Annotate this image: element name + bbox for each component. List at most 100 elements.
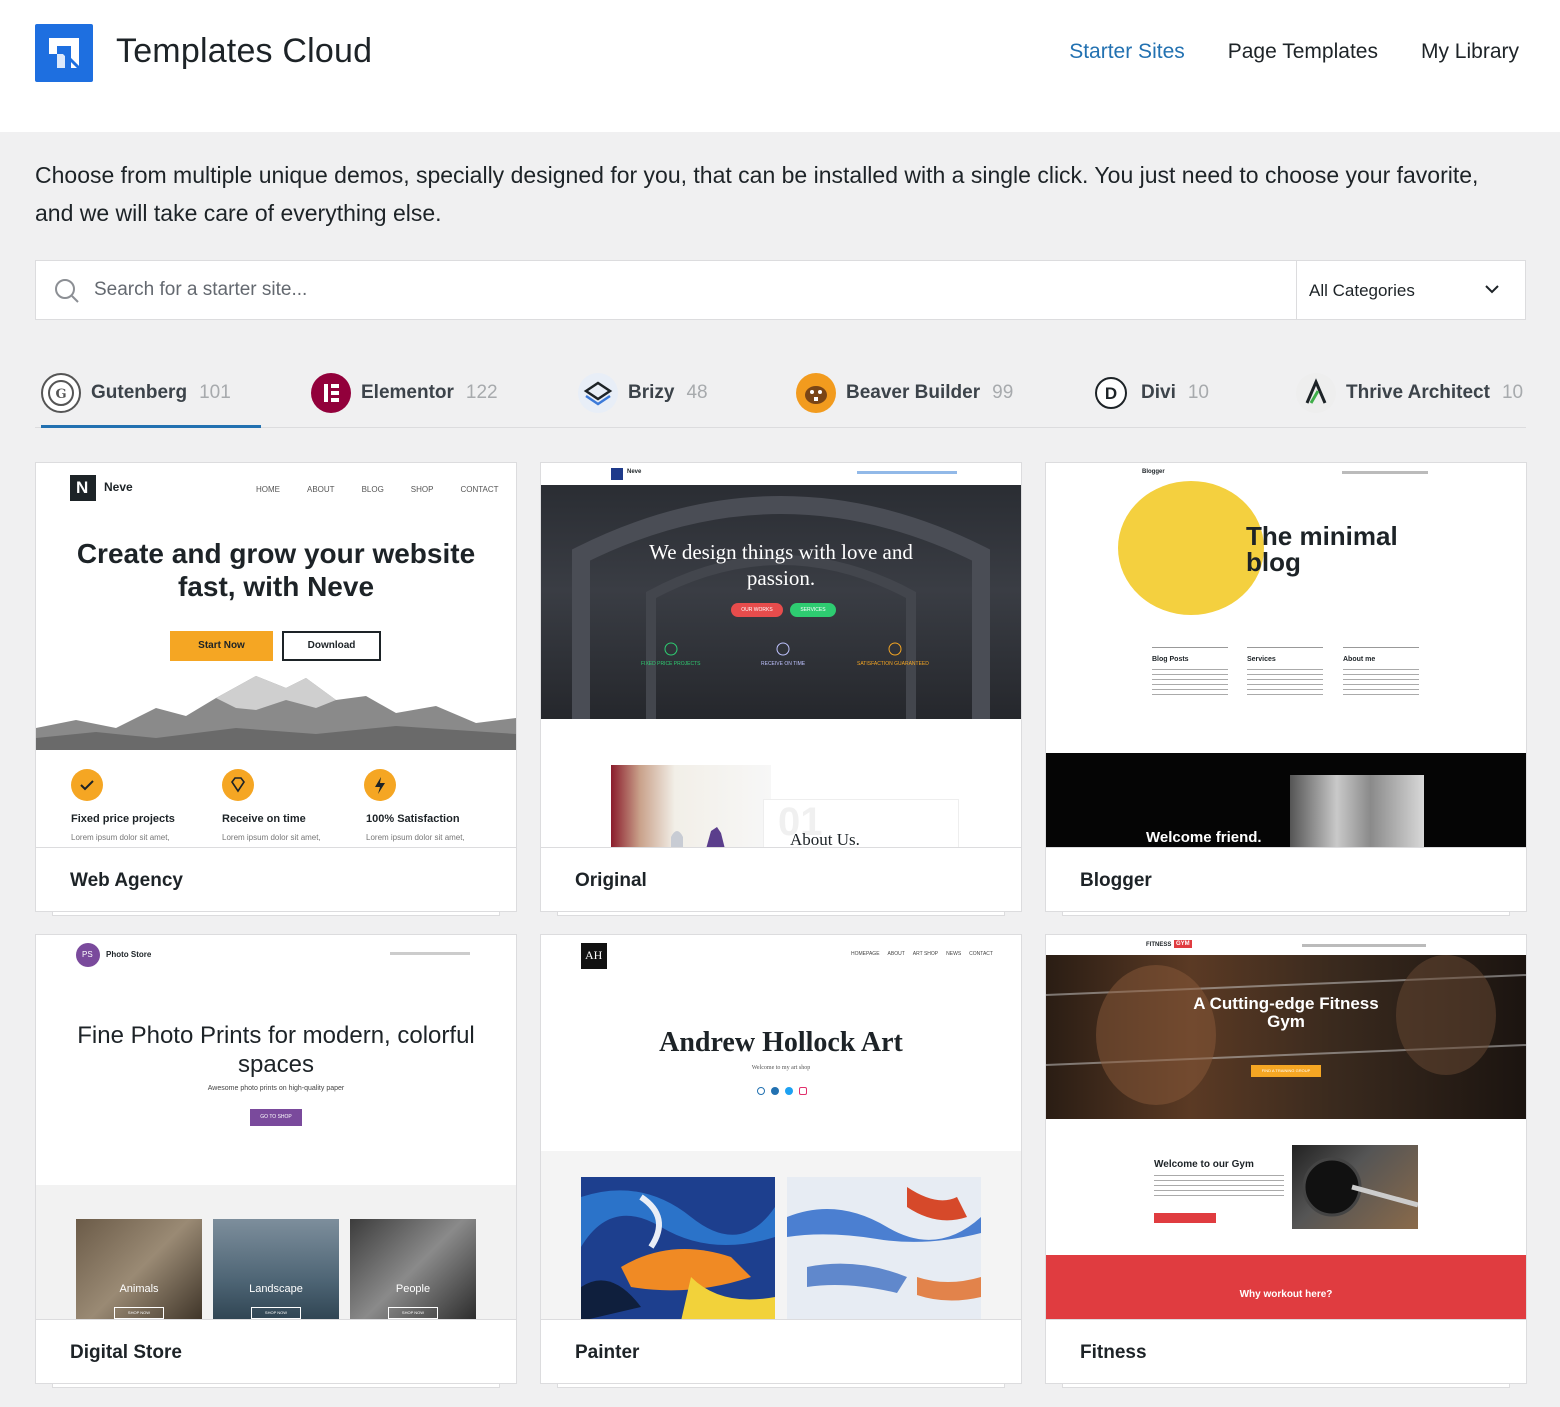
dollar-icon xyxy=(664,642,678,656)
templates-cloud-logo-icon xyxy=(35,24,93,82)
preview-column-title: Blog Posts xyxy=(1152,656,1189,663)
card-stack-edge xyxy=(1062,1384,1510,1388)
search-bar: All Categories xyxy=(35,260,1526,320)
preview-brand: Neve xyxy=(104,480,133,494)
preview-menu-item: HOME xyxy=(256,485,280,494)
starter-site-card-blogger[interactable]: Blogger The minimal blog Blog Posts Serv… xyxy=(1045,462,1527,916)
twitter-icon xyxy=(785,1087,793,1095)
painting-abstract-white xyxy=(787,1177,981,1319)
preview-download-button: Download xyxy=(282,631,381,661)
preview-feature-text: Lorem ipsum dolor sit amet, xyxy=(71,833,170,842)
card-preview: N Neve HOME ABOUT BLOG SHOP CONTACT Crea… xyxy=(36,463,516,847)
preview-menu-item: ABOUT xyxy=(887,951,905,957)
card-stack-edge xyxy=(557,1384,1005,1388)
card-stack-edge xyxy=(1062,912,1510,916)
preview-column-title: Services xyxy=(1247,656,1276,663)
barbell-image xyxy=(1292,1145,1418,1229)
preview-menu-item: SHOP xyxy=(410,485,434,494)
tab-label: Gutenberg xyxy=(91,382,188,403)
tab-elementor[interactable]: Elementor 122 xyxy=(311,360,498,426)
preview-menu-item: ABOUT xyxy=(307,485,335,494)
preview-text-lines xyxy=(1154,1175,1284,1199)
tab-count: 48 xyxy=(686,382,708,403)
check-icon xyxy=(71,769,103,801)
door-photo xyxy=(1290,775,1424,847)
diamond-icon xyxy=(222,769,254,801)
card-caption: Blogger xyxy=(1046,847,1526,911)
divi-icon: D xyxy=(1095,377,1127,409)
tab-brizy[interactable]: Brizy 48 xyxy=(578,360,708,426)
search-input[interactable] xyxy=(94,261,1294,319)
tab-count: 101 xyxy=(199,382,231,403)
tab-beaver-builder[interactable]: Beaver Builder 99 xyxy=(796,360,1013,426)
preview-text-lines xyxy=(1247,669,1323,695)
tab-count: 122 xyxy=(465,382,498,403)
preview-button: OUR WORKS xyxy=(731,603,783,617)
tab-divi[interactable]: D Divi 10 xyxy=(1095,360,1209,426)
preview-subtitle: Welcome to my art shop xyxy=(751,1065,811,1071)
card-preview: PS Photo Store Fine Photo Prints for mod… xyxy=(36,935,516,1319)
main-nav: Starter Sites Page Templates My Library xyxy=(1069,40,1519,64)
preview-brand-badge: GYM xyxy=(1174,940,1192,948)
card-caption: Painter xyxy=(541,1319,1021,1383)
preview-why-title: Why workout here? xyxy=(1239,1289,1333,1300)
starter-site-card-digital-store[interactable]: PS Photo Store Fine Photo Prints for mod… xyxy=(35,934,517,1388)
starter-site-card-painter[interactable]: AH HOMEPAGE ABOUT ART SHOP NEWS CONTACT … xyxy=(540,934,1022,1388)
svg-text:D: D xyxy=(1105,384,1117,403)
tile-landscape: Landscape SHOP NOW xyxy=(213,1219,339,1319)
preview-brand: Photo Store xyxy=(106,950,152,959)
nav-starter-sites[interactable]: Starter Sites xyxy=(1069,40,1185,64)
preview-headline: The minimal blog xyxy=(1246,521,1398,577)
elementor-icon xyxy=(311,373,351,413)
tab-label: Divi xyxy=(1141,382,1176,403)
preview-red-button xyxy=(1154,1213,1216,1223)
preview-headline: Fine Photo Prints for modern, colorful s… xyxy=(77,1022,475,1078)
nav-page-templates[interactable]: Page Templates xyxy=(1228,40,1378,64)
preview-welcome: Welcome friend. xyxy=(1146,829,1262,846)
starter-site-card-web-agency[interactable]: N Neve HOME ABOUT BLOG SHOP CONTACT Crea… xyxy=(35,462,517,916)
search-icon xyxy=(55,279,79,303)
preview-button: SERVICES xyxy=(790,603,836,617)
facebook-icon xyxy=(771,1087,779,1095)
preview-training-button: FIND A TRAINING GROUP xyxy=(1251,1065,1321,1077)
chevron-down-icon xyxy=(1485,285,1499,294)
tab-label: Thrive Architect xyxy=(1346,382,1490,403)
tab-thrive-architect[interactable]: Thrive Architect 10 xyxy=(1296,360,1523,426)
nav-my-library[interactable]: My Library xyxy=(1421,40,1519,64)
card-title: Blogger xyxy=(1080,870,1152,891)
card-title: Original xyxy=(575,870,647,891)
preview-menu-item: NEWS xyxy=(946,951,962,957)
preview-headline: A Cutting-edge Fitness Gym xyxy=(1193,994,1379,1031)
card-caption: Fitness xyxy=(1046,1319,1526,1383)
preview-about-title: About Us. xyxy=(790,830,860,847)
clock-icon xyxy=(776,642,790,656)
why-workout-band: Why workout here? xyxy=(1046,1255,1526,1319)
tab-count: 99 xyxy=(992,382,1014,403)
starter-site-card-fitness[interactable]: FITNESS GYM A Cutting-edge Fitness Gym F… xyxy=(1045,934,1527,1388)
social-icons xyxy=(757,1087,807,1095)
starter-site-card-original[interactable]: Neve We design things with love and pass… xyxy=(540,462,1022,916)
preview-brand: Neve xyxy=(627,469,642,475)
tab-count: 10 xyxy=(1501,382,1524,403)
tile-people: People SHOP NOW xyxy=(350,1219,476,1319)
yellow-circle-image xyxy=(1118,481,1264,615)
tab-gutenberg[interactable]: G Gutenberg 101 xyxy=(41,360,261,428)
lightning-icon xyxy=(364,769,396,801)
card-caption: Original xyxy=(541,847,1021,911)
preview-brand: FITNESS xyxy=(1146,942,1172,948)
preview-feature-title: 100% Satisfaction xyxy=(366,813,460,825)
beaver-builder-icon xyxy=(796,373,836,413)
intro-text: Choose from multiple unique demos, speci… xyxy=(35,162,1479,226)
wordpress-icon xyxy=(757,1087,765,1095)
preview-feature-text: Lorem ipsum dolor sit amet, xyxy=(366,833,465,842)
preview-menu-item: ART SHOP xyxy=(912,951,939,957)
category-select[interactable]: All Categories xyxy=(1296,261,1526,319)
dark-footer-band: Welcome friend. xyxy=(1046,753,1526,847)
tab-label: Brizy xyxy=(628,382,675,403)
star-icon xyxy=(888,642,902,656)
top-bar: Templates Cloud Starter Sites Page Templ… xyxy=(0,0,1560,132)
neve-logo-icon: N xyxy=(70,475,96,501)
card-preview: AH HOMEPAGE ABOUT ART SHOP NEWS CONTACT … xyxy=(541,935,1021,1319)
preview-brand: Blogger xyxy=(1142,469,1165,475)
preview-start-button: Start Now xyxy=(170,631,273,661)
